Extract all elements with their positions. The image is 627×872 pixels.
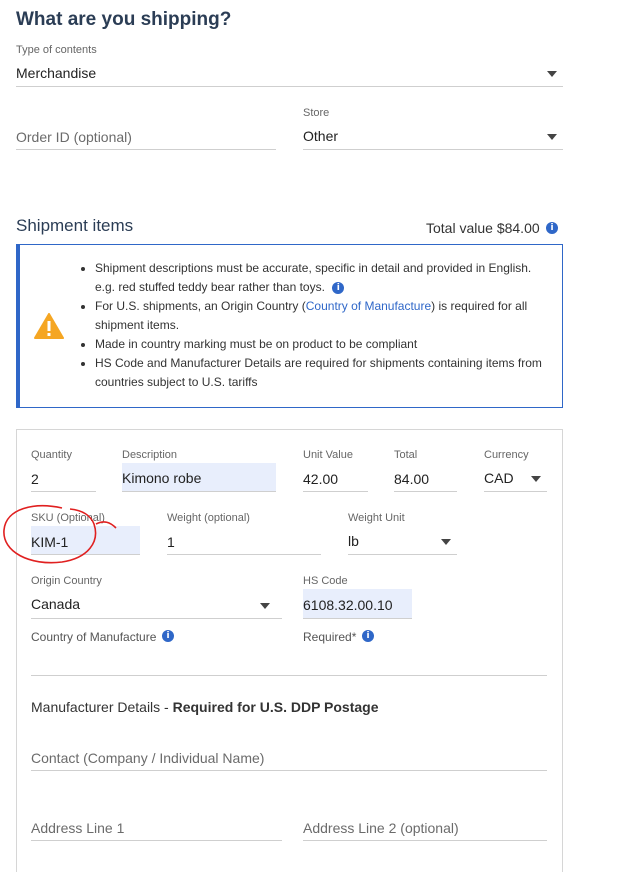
notice-item: Shipment descriptions must be accurate, … [81, 259, 551, 297]
address-line2-placeholder: Address Line 2 (optional) [303, 820, 459, 836]
contact-input[interactable]: Contact (Company / Individual Name) [31, 745, 547, 771]
origin-country-value: Canada [31, 596, 81, 612]
store-value: Other [303, 128, 339, 144]
notice-item: Made in country marking must be on produ… [81, 335, 551, 354]
quantity-input[interactable]: 2 [31, 465, 96, 492]
shipment-notice: Shipment descriptions must be accurate, … [16, 244, 563, 408]
total-input: 84.00 [394, 465, 457, 492]
origin-country-select[interactable]: Canada [31, 591, 282, 619]
page-title: What are you shipping? [16, 9, 232, 30]
required-label: Required* [303, 630, 357, 644]
description-value: Kimono robe [122, 470, 202, 486]
notice-item: For U.S. shipments, an Origin Country (C… [81, 297, 551, 335]
info-icon[interactable]: i [162, 630, 174, 642]
weight-input[interactable]: 1 [167, 528, 321, 555]
total-label: Total [394, 449, 418, 461]
chevron-down-icon [547, 71, 557, 77]
shipment-items-title: Shipment items [16, 216, 134, 235]
shipment-item-card [16, 429, 563, 872]
quantity-value: 2 [31, 471, 39, 487]
chevron-down-icon [547, 134, 557, 140]
order-id-placeholder: Order ID (optional) [16, 129, 132, 145]
unit-value-value: 42.00 [303, 471, 339, 487]
address-line1-placeholder: Address Line 1 [31, 820, 125, 836]
contact-placeholder: Contact (Company / Individual Name) [31, 750, 265, 766]
contents-type-label: Type of contents [16, 44, 97, 56]
weight-unit-select[interactable]: lb [348, 528, 457, 555]
country-of-manufacture-link[interactable]: Country of Manufacture [306, 299, 431, 313]
info-icon[interactable]: i [332, 281, 345, 294]
store-select[interactable]: Other [303, 123, 563, 150]
country-of-manufacture-label: Country of Manufacture [31, 630, 157, 644]
description-label: Description [122, 449, 178, 461]
total-value-field: 84.00 [394, 471, 430, 487]
chevron-down-icon [441, 539, 451, 545]
manufacturer-details-title: Manufacturer Details - Required for U.S.… [31, 699, 379, 715]
currency-label: Currency [484, 449, 529, 461]
quantity-label: Quantity [31, 449, 72, 461]
order-id-input[interactable]: Order ID (optional) [16, 124, 276, 150]
unit-value-input[interactable]: 42.00 [303, 465, 368, 492]
origin-country-label: Origin Country [31, 575, 102, 587]
annotation-circle [3, 505, 117, 564]
weight-unit-value: lb [348, 533, 359, 549]
currency-select[interactable]: CAD [484, 465, 547, 492]
notice-item: HS Code and Manufacturer Details are req… [81, 354, 551, 392]
info-icon[interactable]: i [546, 222, 558, 234]
description-input[interactable]: Kimono robe [122, 463, 276, 492]
chevron-down-icon [531, 476, 541, 482]
weight-value: 1 [167, 534, 175, 550]
store-label: Store [303, 107, 330, 119]
warning-icon [34, 313, 64, 339]
weight-label: Weight (optional) [167, 512, 250, 524]
hs-code-value: 6108.32.00.10 [303, 597, 393, 613]
chevron-down-icon [260, 603, 270, 609]
contents-type-value: Merchandise [16, 65, 97, 81]
unit-value-label: Unit Value [303, 449, 353, 461]
divider [31, 675, 547, 676]
hs-code-label: HS Code [303, 575, 348, 587]
total-value: Total value $84.00 [426, 220, 540, 236]
notice-list: Shipment descriptions must be accurate, … [81, 259, 551, 392]
currency-value: CAD [484, 470, 514, 486]
info-icon[interactable]: i [362, 630, 374, 642]
weight-unit-label: Weight Unit [348, 512, 405, 524]
address-line2-input[interactable]: Address Line 2 (optional) [303, 815, 547, 841]
hs-code-input[interactable]: 6108.32.00.10 [303, 589, 412, 619]
contents-type-select[interactable]: Merchandise [16, 60, 563, 87]
address-line1-input[interactable]: Address Line 1 [31, 815, 282, 841]
